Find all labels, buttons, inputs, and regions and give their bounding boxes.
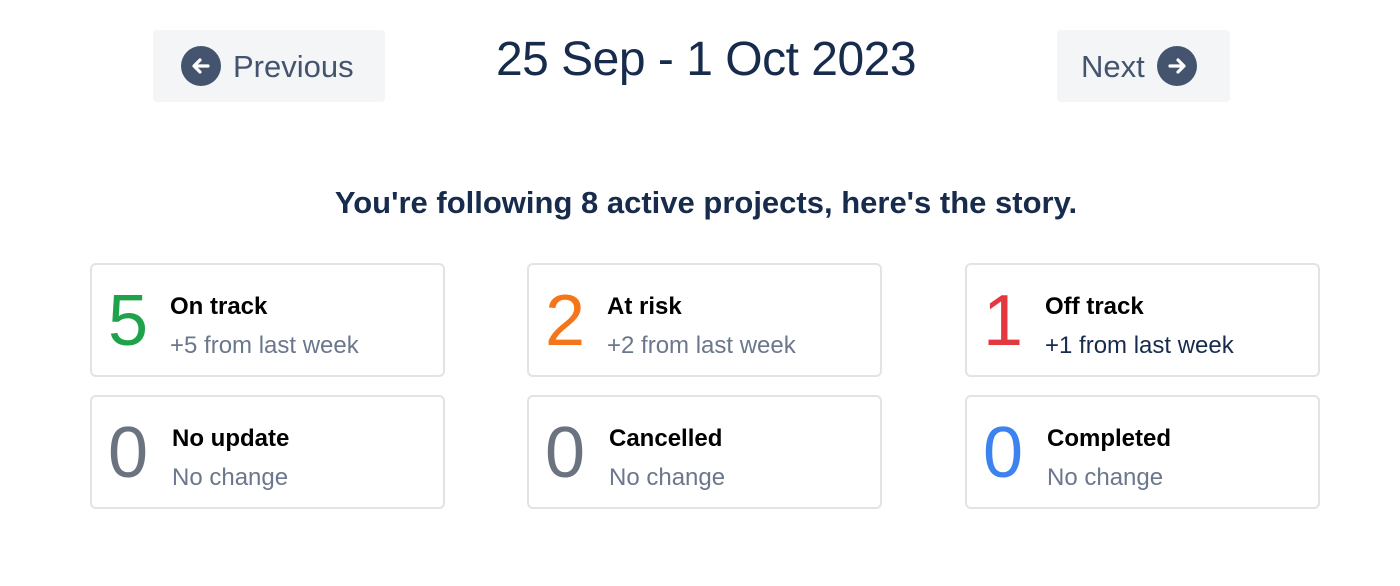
status-title: On track xyxy=(170,293,268,320)
arrow-right-circle-icon xyxy=(1156,46,1197,86)
status-card-off-track[interactable]: 1 Off track +1 from last week xyxy=(965,263,1320,377)
status-title: Cancelled xyxy=(609,425,723,452)
next-week-label: Next xyxy=(1081,48,1145,84)
status-change: No change xyxy=(1047,464,1164,491)
status-count: 0 xyxy=(983,413,1024,493)
status-card-on-track[interactable]: 5 On track +5 from last week xyxy=(90,263,445,377)
date-range-title: 25 Sep - 1 Oct 2023 xyxy=(495,33,917,86)
status-count: 0 xyxy=(545,413,586,493)
status-card-no-update[interactable]: 0 No update No change xyxy=(90,395,445,509)
status-count: 0 xyxy=(108,413,149,493)
status-change: No change xyxy=(609,464,726,491)
status-card-at-risk[interactable]: 2 At risk +2 from last week xyxy=(527,263,882,377)
previous-week-button[interactable]: Previous xyxy=(153,30,385,102)
status-card-completed[interactable]: 0 Completed No change xyxy=(965,395,1320,509)
status-card-cancelled[interactable]: 0 Cancelled No change xyxy=(527,395,882,509)
status-count: 2 xyxy=(545,281,586,361)
status-title: At risk xyxy=(607,293,682,320)
arrow-left-circle-icon xyxy=(181,46,221,86)
status-title: Off track xyxy=(1045,293,1144,320)
status-title: Completed xyxy=(1047,425,1172,452)
status-title: No update xyxy=(172,425,290,452)
previous-week-label: Previous xyxy=(233,48,354,84)
week-navigation: Previous 25 Sep - 1 Oct 2023 Next xyxy=(0,30,1400,102)
status-change: +1 from last week xyxy=(1045,332,1234,359)
status-change: +5 from last week xyxy=(170,332,359,359)
status-change: +2 from last week xyxy=(607,332,796,359)
status-count: 5 xyxy=(108,281,149,361)
status-count: 1 xyxy=(983,281,1024,361)
status-change: No change xyxy=(172,464,289,491)
next-week-button[interactable]: Next xyxy=(1057,30,1230,102)
projects-summary: You're following 8 active projects, here… xyxy=(334,185,1078,220)
